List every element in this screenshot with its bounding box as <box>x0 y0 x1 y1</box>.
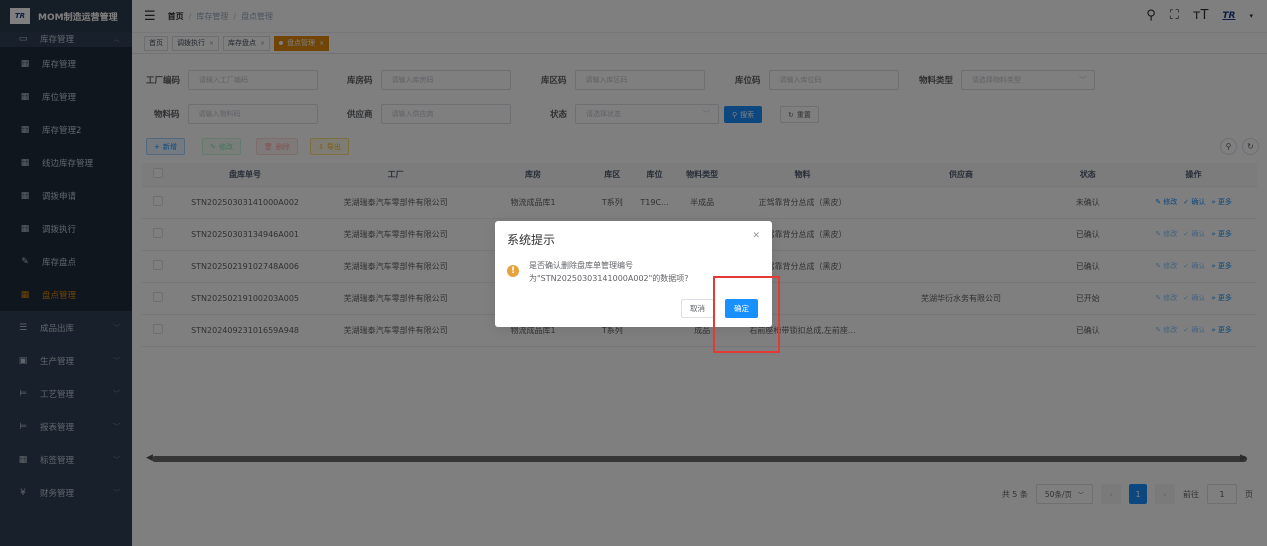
highlight-box <box>713 276 780 353</box>
dialog-message-line1: 是否确认删除盘库单管理编号 <box>529 261 633 270</box>
warning-icon: ! <box>507 265 519 277</box>
cancel-button[interactable]: 取消 <box>681 299 714 318</box>
dialog-message-line2: 为"STN20250303141000A002"的数据项? <box>529 274 689 283</box>
close-icon[interactable]: ✕ <box>752 231 760 241</box>
dialog-message: 是否确认删除盘库单管理编号 为"STN20250303141000A002"的数… <box>529 259 689 285</box>
dialog-title: 系统提示 <box>507 233 556 247</box>
